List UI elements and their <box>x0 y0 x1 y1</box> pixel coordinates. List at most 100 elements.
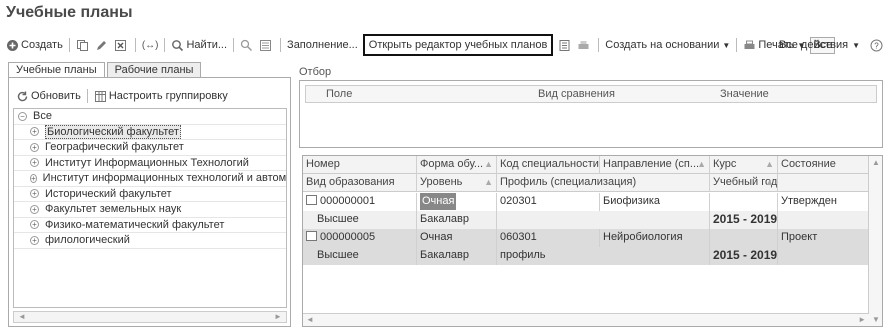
tab-study-plans[interactable]: Учебные планы <box>8 62 105 78</box>
tree-item[interactable]: + Институт информационных технологий и а… <box>14 171 286 187</box>
tree-item[interactable]: + Физико-математический факультет <box>14 218 286 233</box>
toolbar-divider <box>280 38 282 52</box>
col-course[interactable]: Курс ▲ <box>710 156 778 174</box>
printer-icon <box>578 40 589 49</box>
cell-number-value: 000000001 <box>320 195 376 207</box>
cell-edu-type: Высшее <box>303 211 417 229</box>
tree-item[interactable]: + Биологический факультет <box>14 124 286 140</box>
create-button[interactable]: Создать <box>4 35 65 55</box>
scroll-left-icon[interactable]: ◄ <box>306 315 314 324</box>
main-toolbar: Создать (↔) Найти... Заполнение... Откры… <box>4 34 836 56</box>
cell-level: Бакалавр <box>417 211 497 229</box>
tree-item[interactable]: + Исторический факультет <box>14 187 286 202</box>
fill-button[interactable]: Заполнение... <box>285 35 360 55</box>
find-button[interactable]: Найти... <box>169 35 229 55</box>
col-form[interactable]: Форма обу... ▲ <box>417 156 497 174</box>
all-actions-button[interactable]: Все действия ▼ <box>777 35 862 55</box>
col-edu-type[interactable]: Вид образования <box>303 174 417 192</box>
help-button[interactable]: ? <box>868 35 887 55</box>
expand-icon[interactable]: + <box>30 189 39 199</box>
delete-icon <box>114 39 126 51</box>
svg-text:?: ? <box>874 41 879 50</box>
expand-icon[interactable]: + <box>30 204 39 214</box>
scroll-left-icon[interactable]: ◄ <box>16 312 28 322</box>
table-horizontal-scrollbar[interactable]: ◄ ► <box>303 313 869 326</box>
tree-item[interactable]: + Факультет земельных наук <box>14 202 286 218</box>
settings-list-icon <box>260 39 272 51</box>
refresh-button[interactable]: Обновить <box>14 86 83 106</box>
tree-root[interactable]: − Все <box>14 109 286 125</box>
table-vertical-scrollbar[interactable]: ▲ ▼ <box>868 156 882 326</box>
expand-icon[interactable]: + <box>30 173 37 183</box>
toolbar-divider <box>68 38 70 52</box>
dropdown-arrow-icon: ▼ <box>722 40 731 50</box>
sort-icon: ▲ <box>765 159 774 169</box>
tree-item[interactable]: + филологический <box>14 233 286 249</box>
expand-icon[interactable]: + <box>30 158 39 168</box>
scroll-up-icon[interactable]: ▲ <box>872 158 880 167</box>
grouping-icon <box>94 90 106 102</box>
col-level[interactable]: Уровень ▲ <box>417 174 497 192</box>
table-row[interactable]: Высшее Бакалавр 2015 - 2019 <box>303 211 869 229</box>
left-panel: Обновить Настроить группировку − Все + Б… <box>8 77 291 327</box>
table-row[interactable]: Высшее Бакалавр профиль 2015 - 2019 <box>303 247 869 265</box>
expand-icon[interactable]: + <box>30 127 39 137</box>
cell-number: 000000001 <box>303 193 417 211</box>
cell-profile <box>497 211 710 229</box>
expand-icon[interactable]: + <box>30 235 39 245</box>
report-icon <box>559 39 570 51</box>
toolbar-divider <box>164 38 166 52</box>
cell-direction: Нейробиология <box>600 229 710 247</box>
create-based-on-label: Создать на основании <box>605 39 720 51</box>
open-editor-button[interactable]: Открыть редактор учебных планов <box>362 34 554 56</box>
dropdown-arrow-icon: ▼ <box>852 40 860 50</box>
col-form-label: Форма обу... <box>420 158 484 170</box>
expand-icon[interactable]: + <box>30 220 39 230</box>
col-state[interactable]: Состояние <box>778 156 869 174</box>
print-preview-button[interactable] <box>575 35 594 55</box>
sort-icon: ▲ <box>765 177 774 187</box>
col-year[interactable]: Учебный год ▲ <box>710 174 778 192</box>
tree-item-label: Факультет земельных наук <box>45 203 182 216</box>
toolbar-divider <box>86 89 88 103</box>
tree-item[interactable]: + Географический факультет <box>14 140 286 156</box>
edit-button[interactable] <box>93 35 112 55</box>
tree-item[interactable]: + Институт Информационных Технологий <box>14 156 286 171</box>
table-row[interactable]: 000000001 Очная 020301 Биофизика Утвержд… <box>303 193 869 211</box>
create-label: Создать <box>21 39 63 51</box>
copy-button[interactable] <box>74 35 93 55</box>
toolbar-divider <box>736 38 738 52</box>
find-label: Найти... <box>186 39 228 51</box>
collapse-icon[interactable]: − <box>18 111 27 121</box>
scroll-right-icon[interactable]: ► <box>272 312 284 322</box>
add-icon <box>7 39 18 51</box>
tree-item-label: Исторический факультет <box>45 187 172 200</box>
cancel-search-button[interactable] <box>238 35 257 55</box>
tree-item-label: Биологический факультет <box>45 124 181 139</box>
help-icon: ? <box>870 39 883 51</box>
cell-year: 2015 - 2019 <box>710 247 778 265</box>
col-number[interactable]: Номер <box>303 156 417 174</box>
create-based-on-button[interactable]: Создать на основании ▼ <box>603 35 732 55</box>
report-button[interactable] <box>556 35 575 55</box>
col-direction[interactable]: Направление (сп... ▲ <box>600 156 710 174</box>
col-code[interactable]: Код специальности <box>497 156 600 174</box>
configure-grouping-button[interactable]: Настроить группировку <box>92 86 230 106</box>
tree-item-label: Институт Информационных Технологий <box>45 156 249 169</box>
scroll-right-icon[interactable]: ► <box>858 315 866 324</box>
toolbar-divider <box>233 38 235 52</box>
tree-horizontal-scrollbar[interactable]: ◄ ► <box>13 311 287 323</box>
cell-course <box>710 193 778 211</box>
list-settings-button[interactable] <box>257 35 276 55</box>
filter-col-field: Поле <box>326 88 353 100</box>
sort-icon: ▲ <box>697 159 706 169</box>
scroll-down-icon[interactable]: ▼ <box>872 315 880 324</box>
table-row[interactable]: 000000005 Очная 060301 Нейробиология Про… <box>303 229 869 247</box>
tab-work-plans[interactable]: Рабочие планы <box>106 62 202 78</box>
expand-icon[interactable]: + <box>30 142 39 152</box>
hierarchy-button[interactable]: (↔) <box>140 35 161 55</box>
left-tabs: Учебные планы Рабочие планы <box>8 62 203 78</box>
plans-table: Номер Форма обу... ▲ Код специальности Н… <box>302 155 883 327</box>
delete-button[interactable] <box>112 35 131 55</box>
col-profile[interactable]: Профиль (специализация) <box>497 174 710 192</box>
